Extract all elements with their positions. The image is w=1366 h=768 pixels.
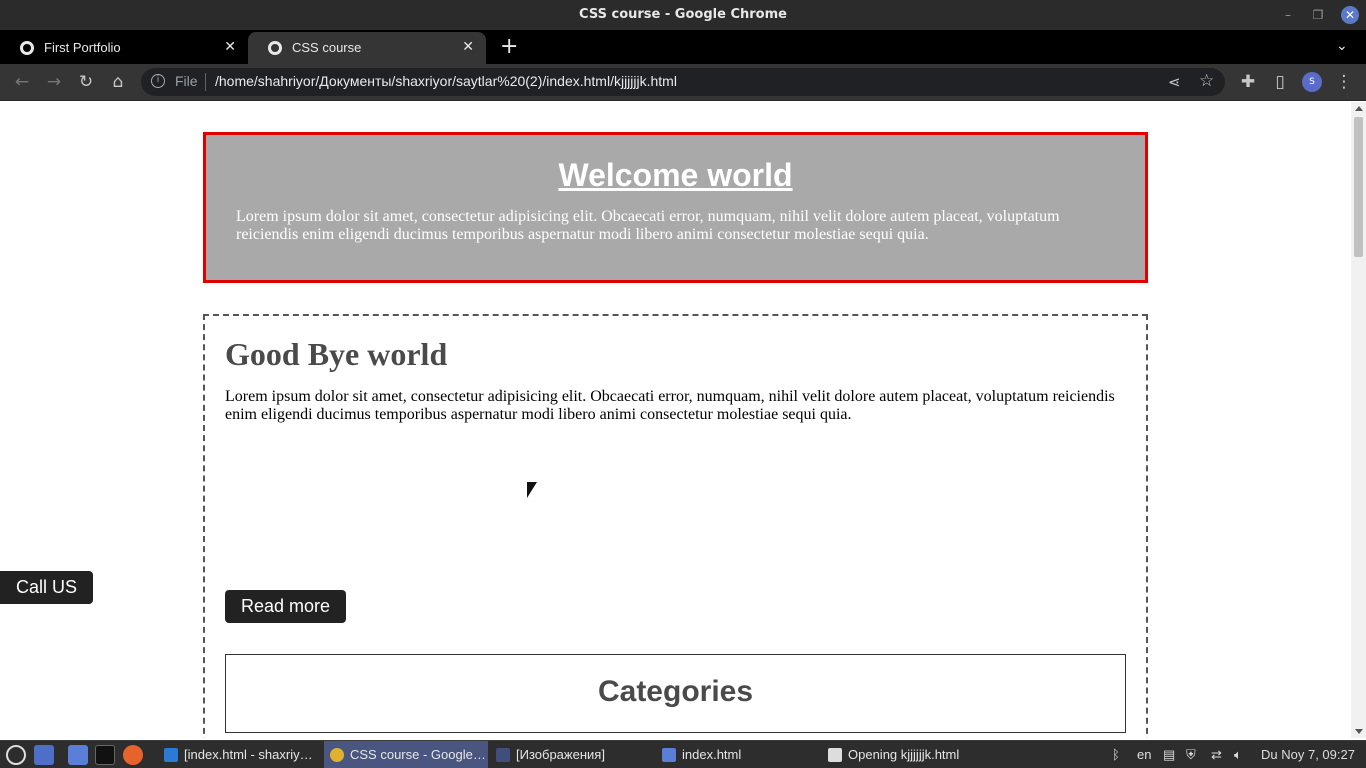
clock[interactable]: Du Noy 7, 09:27 — [1261, 747, 1355, 762]
show-desktop-icon[interactable] — [34, 745, 54, 765]
taskbar: [index.html - shaxriy… CSS course - Goog… — [0, 740, 1366, 768]
scroll-thumb[interactable] — [1354, 117, 1363, 257]
forward-icon[interactable]: → — [44, 72, 64, 92]
goodbye-section: Good Bye world Lorem ipsum dolor sit ame… — [203, 314, 1148, 738]
shield-icon[interactable]: ⛨ — [1186, 747, 1196, 763]
file-icon — [828, 748, 842, 762]
globe-icon — [268, 41, 282, 55]
home-icon[interactable]: ⌂ — [108, 72, 128, 92]
tab-label: CSS course — [292, 40, 362, 55]
goodbye-heading: Good Bye world — [225, 336, 448, 372]
restore-icon[interactable]: ❐ — [1310, 7, 1326, 23]
task-label: Opening kjjjjjjk.html — [848, 747, 960, 762]
start-menu-icon[interactable] — [6, 745, 26, 765]
folder-icon — [662, 748, 676, 762]
scroll-down-icon[interactable] — [1355, 729, 1363, 734]
keyboard-layout[interactable]: en — [1137, 747, 1151, 762]
welcome-heading: Welcome world — [558, 157, 793, 193]
extensions-icon[interactable]: ✚ — [1238, 72, 1258, 92]
welcome-section: Welcome world Lorem ipsum dolor sit amet… — [203, 132, 1148, 283]
volume-icon[interactable]: 🔈︎ — [1234, 747, 1242, 763]
vscode-icon — [164, 748, 178, 762]
tab-search-chevron-icon[interactable]: ⌄ — [1336, 38, 1348, 54]
scheme-label: File — [175, 73, 198, 89]
scroll-up-icon[interactable] — [1355, 106, 1363, 111]
welcome-text: Lorem ipsum dolor sit amet, consectetur … — [236, 208, 1060, 243]
task-vscode[interactable]: [index.html - shaxriy… — [158, 741, 322, 768]
tab-strip: First Portfolio ✕ CSS course ✕ — [0, 30, 1366, 64]
share-icon[interactable]: ⋖ — [1168, 73, 1181, 91]
categories-box: Categories — [225, 654, 1126, 733]
mouse-cursor-icon — [527, 482, 537, 498]
page-scrollbar[interactable] — [1351, 102, 1366, 738]
task-label: index.html — [682, 747, 742, 762]
globe-icon — [20, 41, 34, 55]
page-viewport: Welcome world Lorem ipsum dolor sit amet… — [0, 102, 1351, 738]
reload-icon[interactable]: ↻ — [76, 72, 96, 92]
browser-toolbar: ← → ↻ ⌂ i File /home/shahriyor/Документы… — [0, 64, 1366, 101]
network-icon[interactable]: ⇄ — [1211, 747, 1222, 763]
chrome-icon — [330, 748, 344, 762]
task-chrome[interactable]: CSS course - Google… — [324, 741, 488, 768]
tab-label: First Portfolio — [44, 40, 121, 55]
window-title: CSS course - Google Chrome — [579, 7, 787, 22]
call-us-button[interactable]: Call US — [0, 571, 93, 604]
terminal-icon[interactable] — [95, 745, 115, 765]
categories-heading: Categories — [597, 675, 754, 708]
menu-kebab-icon[interactable]: ⋮ — [1334, 72, 1354, 92]
files-icon[interactable] — [68, 745, 88, 765]
minimize-icon[interactable]: – — [1280, 7, 1296, 23]
goodbye-text: Lorem ipsum dolor sit amet, consectetur … — [225, 388, 1115, 423]
bluetooth-icon[interactable]: ᛒ — [1112, 747, 1120, 762]
read-more-button[interactable]: Read more — [225, 590, 347, 623]
task-label: CSS course - Google… — [350, 747, 486, 762]
clipboard-icon[interactable]: ▤ — [1163, 747, 1175, 763]
task-index-html[interactable]: index.html — [656, 741, 820, 768]
tab-close-icon[interactable]: ✕ — [462, 39, 474, 55]
tab-first-portfolio[interactable]: First Portfolio ✕ — [0, 32, 248, 64]
back-icon[interactable]: ← — [12, 72, 32, 92]
task-label: [index.html - shaxriy… — [184, 747, 313, 762]
tab-css-course[interactable]: CSS course ✕ — [248, 32, 486, 64]
task-label: [Изображения] — [516, 747, 605, 762]
info-icon[interactable]: i — [151, 74, 165, 88]
side-panel-icon[interactable]: ▯ — [1270, 72, 1290, 92]
window-titlebar: CSS course - Google Chrome – ❐ ✕ — [0, 0, 1366, 30]
folder-icon — [496, 748, 510, 762]
new-tab-icon[interactable]: + — [500, 36, 518, 58]
profile-avatar[interactable]: S — [1302, 72, 1322, 92]
tab-close-icon[interactable]: ✕ — [224, 39, 236, 55]
task-images[interactable]: [Изображения] — [490, 741, 654, 768]
firefox-icon[interactable] — [123, 745, 143, 765]
close-window-icon[interactable]: ✕ — [1341, 6, 1359, 24]
divider — [205, 73, 206, 91]
url-text[interactable]: /home/shahriyor/Документы/shaxriyor/sayt… — [215, 73, 677, 89]
address-bar[interactable]: i File /home/shahriyor/Документы/shaxriy… — [141, 68, 1225, 96]
task-opening-file[interactable]: Opening kjjjjjjk.html — [822, 741, 992, 768]
bookmark-star-icon[interactable]: ☆ — [1199, 71, 1214, 91]
